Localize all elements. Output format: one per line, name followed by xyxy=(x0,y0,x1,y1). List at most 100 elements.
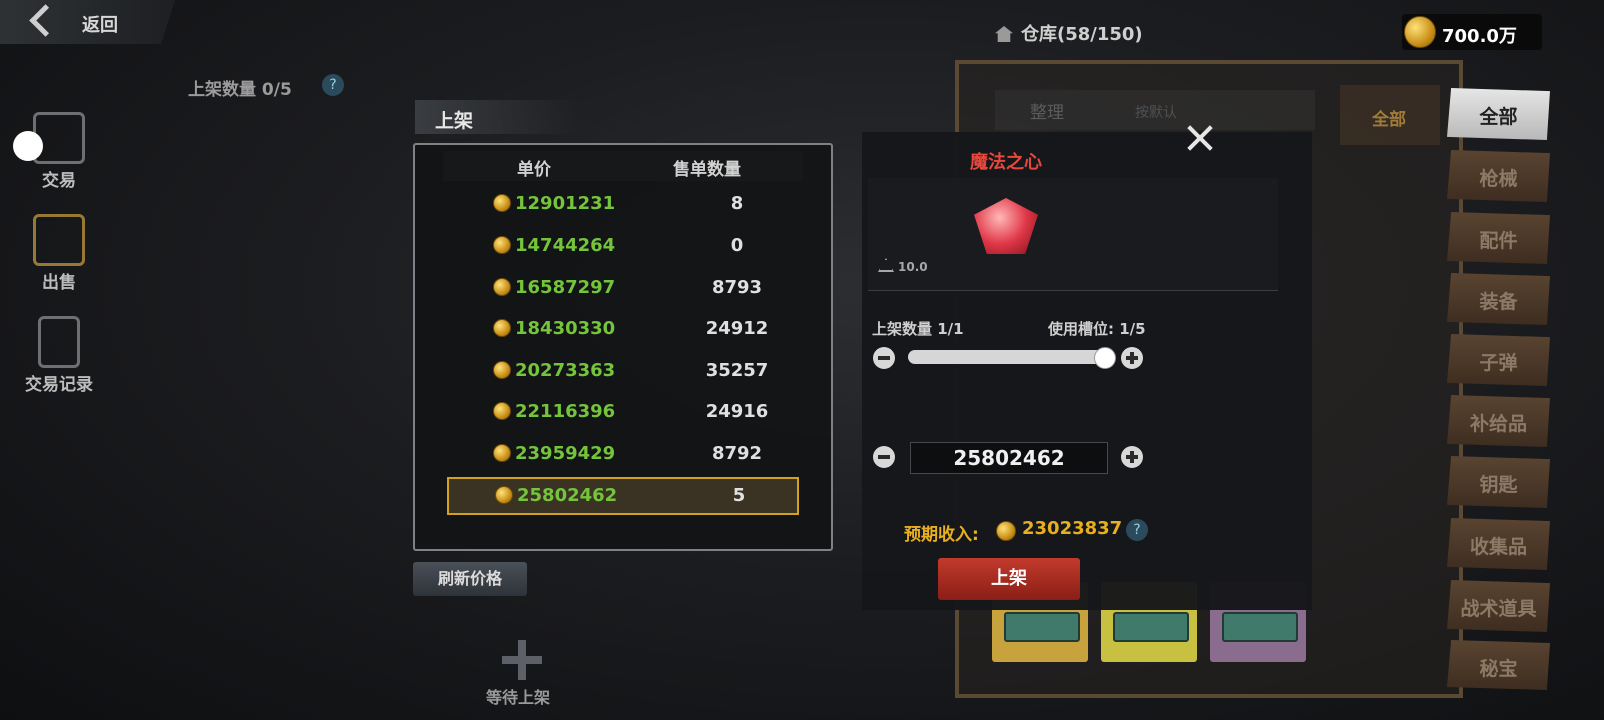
price-value: 23959429 xyxy=(515,443,616,464)
price-row[interactable]: 22116396 24916 xyxy=(447,395,799,433)
waiting-label: 等待上架 xyxy=(486,688,551,707)
qty-value: 8793 xyxy=(711,277,763,298)
gun-icon xyxy=(1113,612,1189,642)
price-row-selected[interactable]: 25802462 5 xyxy=(447,477,799,515)
price-value: 12901231 xyxy=(515,193,616,214)
gun-icon xyxy=(1222,612,1298,642)
price-row[interactable]: 20273363 35257 xyxy=(447,354,799,392)
column-header-qty: 售单数量 xyxy=(673,160,741,180)
weight-value: 10.0 xyxy=(898,260,928,274)
back-button[interactable]: 返回 xyxy=(0,0,175,44)
coin-icon xyxy=(493,319,511,337)
item-name: 魔法之心 xyxy=(970,152,1042,173)
category-tab-all[interactable]: 全部 xyxy=(1447,88,1550,140)
coin-icon xyxy=(493,194,511,212)
qty-value: 8792 xyxy=(711,443,763,464)
item-preview xyxy=(868,178,1278,291)
warehouse-capacity: 仓库(58/150) xyxy=(995,20,1143,46)
qty-value: 24916 xyxy=(705,401,769,422)
price-row[interactable]: 18430330 24912 xyxy=(447,312,799,350)
category-tab-equipment[interactable]: 装备 xyxy=(1447,273,1550,325)
category-label: 钥匙 xyxy=(1479,474,1518,496)
category-label: 全部 xyxy=(1479,106,1518,128)
price-table: 单价 售单数量 12901231 8 14744264 0 16587297 8… xyxy=(413,143,833,551)
price-row[interactable]: 12901231 8 xyxy=(447,187,799,225)
back-arrow-icon xyxy=(29,4,62,37)
coin-icon xyxy=(495,486,513,504)
gold-coin-icon xyxy=(1404,16,1436,48)
category-label: 战术道具 xyxy=(1460,598,1537,620)
coin-icon xyxy=(493,361,511,379)
qty-value: 24912 xyxy=(705,318,769,339)
qty-value: 8 xyxy=(730,193,744,214)
item-weight: 10.0 xyxy=(878,258,928,274)
category-label: 补给品 xyxy=(1469,413,1527,435)
qty-decrease-button[interactable] xyxy=(873,347,895,369)
panel-title-text: 上架 xyxy=(435,110,474,132)
category-tab-collectibles[interactable]: 收集品 xyxy=(1447,518,1550,570)
gun-icon xyxy=(1004,612,1080,642)
expected-income-label: 预期收入: xyxy=(904,525,979,545)
coin-icon xyxy=(996,521,1016,541)
slot-usage-label: 使用槽位: 1/5 xyxy=(1048,320,1146,338)
category-label: 装备 xyxy=(1479,291,1518,313)
add-listing-icon[interactable] xyxy=(502,640,542,680)
back-label: 返回 xyxy=(82,15,118,36)
weight-icon xyxy=(878,258,894,272)
price-table-header: 单价 售单数量 xyxy=(443,151,803,181)
nav-item-sell[interactable]: 出售 xyxy=(14,214,104,293)
category-label: 收集品 xyxy=(1469,536,1527,558)
refresh-price-button[interactable]: 刷新价格 xyxy=(413,562,527,596)
category-label: 秘宝 xyxy=(1479,658,1518,680)
category-label: 子弹 xyxy=(1479,352,1518,374)
qty-value: 0 xyxy=(730,235,744,256)
category-label: 配件 xyxy=(1479,230,1518,252)
category-tab-keys[interactable]: 钥匙 xyxy=(1447,456,1550,508)
coin-icon xyxy=(493,444,511,462)
gold-value: 700.0万 xyxy=(1442,26,1517,47)
qty-value: 35257 xyxy=(705,360,769,381)
price-decrease-button[interactable] xyxy=(873,446,895,468)
nav-label-records: 交易记录 xyxy=(25,375,93,395)
qty-increase-button[interactable] xyxy=(1121,347,1143,369)
price-increase-button[interactable] xyxy=(1121,446,1143,468)
help-button[interactable]: ? xyxy=(322,74,344,96)
gold-balance: 700.0万 xyxy=(1402,14,1542,50)
price-value: 20273363 xyxy=(515,360,616,381)
sort-button[interactable]: 整理 xyxy=(1030,98,1064,123)
price-input[interactable]: 25802462 xyxy=(910,442,1108,474)
income-help-button[interactable]: ? xyxy=(1126,519,1148,541)
category-tab-supplies[interactable]: 补给品 xyxy=(1447,395,1550,447)
close-icon[interactable] xyxy=(1186,124,1214,152)
column-header-price: 单价 xyxy=(517,160,551,180)
price-row[interactable]: 16587297 8793 xyxy=(447,271,799,309)
warehouse-icon xyxy=(995,26,1013,42)
category-tab-attachments[interactable]: 配件 xyxy=(1447,212,1550,264)
listing-slots: 上架数量 0/5 xyxy=(188,80,292,100)
floating-dot[interactable] xyxy=(13,131,43,161)
nav-label-trade: 交易 xyxy=(42,171,76,191)
filter-all-label: 全部 xyxy=(1372,110,1406,130)
expected-income-value: 23023837 xyxy=(1022,518,1123,539)
filter-all[interactable]: 全部 xyxy=(1340,85,1440,145)
qty-slider-thumb[interactable] xyxy=(1094,347,1116,369)
category-tab-treasure[interactable]: 秘宝 xyxy=(1447,640,1550,690)
category-tab-tactical[interactable]: 战术道具 xyxy=(1447,580,1550,632)
nav-item-records[interactable]: 交易记录 xyxy=(14,316,104,395)
price-value: 18430330 xyxy=(515,318,616,339)
category-tab-ammo[interactable]: 子弹 xyxy=(1447,334,1550,386)
warehouse-label: 仓库(58/150) xyxy=(1021,24,1143,45)
category-tab-guns[interactable]: 枪械 xyxy=(1447,150,1550,202)
qty-slider[interactable] xyxy=(908,350,1106,364)
list-item-button[interactable]: 上架 xyxy=(938,558,1080,600)
coin-icon xyxy=(493,236,511,254)
panel-title: 上架 xyxy=(415,100,580,134)
listing-qty-label: 上架数量 1/1 xyxy=(872,320,964,338)
price-row[interactable]: 23959429 8792 xyxy=(447,437,799,475)
coin-icon xyxy=(493,278,511,296)
price-row[interactable]: 14744264 0 xyxy=(447,229,799,267)
sort-dropdown[interactable]: 按默认 xyxy=(1135,102,1177,122)
sell-cart-icon xyxy=(33,214,85,266)
price-value: 22116396 xyxy=(515,401,616,422)
record-icon xyxy=(38,316,80,368)
